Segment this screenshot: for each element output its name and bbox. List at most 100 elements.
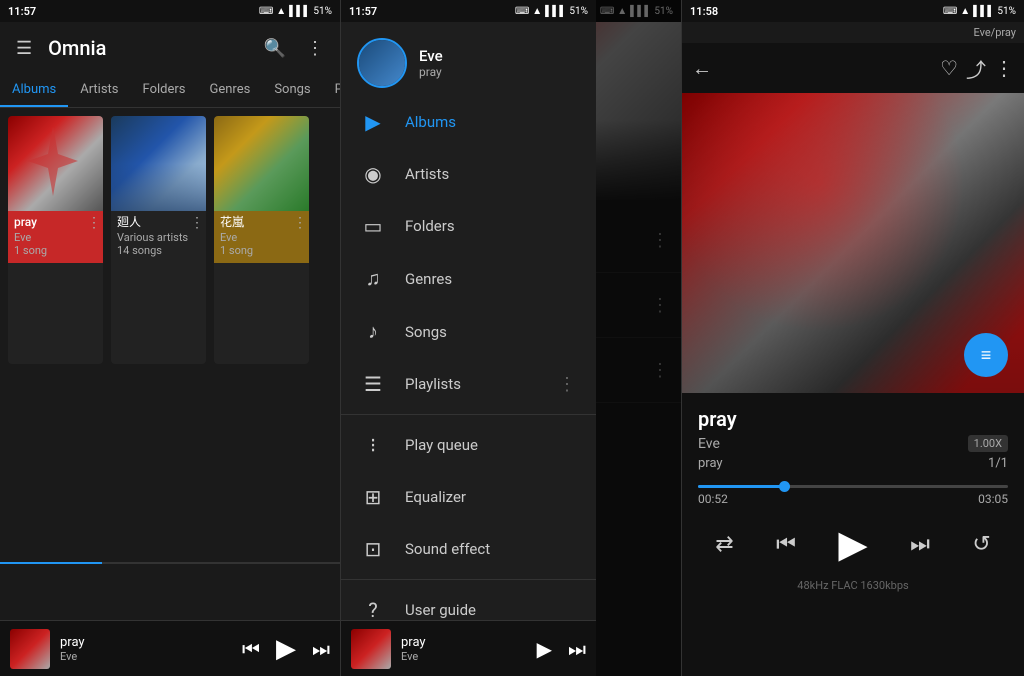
drawer-menu: ▶ Albums ◉ Artists ▭ Folders ♫ Genres ♪ …	[341, 96, 596, 620]
app-bar-1: ☰ Omnia 🔍 ⋮	[0, 22, 340, 74]
drawer-next-btn[interactable]: ⏭	[568, 637, 586, 661]
player-heart-btn[interactable]: ♡	[940, 56, 958, 80]
drawer-now-playing[interactable]: pray Eve ▶ ⏭	[341, 620, 596, 676]
drawer-wifi-icon: ▲	[532, 6, 542, 17]
drawer-title-group: Eve pray	[419, 47, 580, 79]
np-art	[10, 629, 50, 669]
album-more-pray[interactable]: ⋮	[87, 215, 101, 231]
status-icons-1: ⌨ ▲ ▌▌▌ 51%	[259, 6, 332, 17]
album-name-pray: pray	[14, 215, 97, 231]
tab-genres[interactable]: Genres	[197, 74, 262, 107]
album-songs-flower: 1 song	[220, 244, 303, 257]
player-meta-row: Eve 1.00X	[698, 435, 1008, 452]
tab-play[interactable]: Play...	[323, 74, 340, 107]
status-bar-1: 11:57 ⌨ ▲ ▌▌▌ 51%	[0, 0, 340, 22]
album-art-pray-bg	[8, 116, 103, 211]
album-art-flower	[214, 116, 309, 211]
next-btn-mini[interactable]: ⏭	[312, 637, 330, 661]
tabs-bar: Albums Artists Folders Genres Songs Play…	[0, 74, 340, 108]
player-back-btn[interactable]: ←	[692, 56, 712, 81]
drawer-item-guide[interactable]: ? User guide	[341, 584, 596, 620]
player-share-btn[interactable]: ⤴	[966, 54, 986, 83]
play-btn-mini[interactable]: ▶	[276, 634, 296, 664]
np-info: pray Eve	[60, 635, 232, 663]
sound-icon: ⊡	[361, 537, 385, 561]
drawer-play-btn[interactable]: ▶	[537, 637, 552, 661]
player-status-icons: ⌨ ▲ ▌▌▌ 51%	[943, 6, 1016, 17]
app-title: Omnia	[48, 36, 247, 60]
player-progress-bar[interactable]	[698, 485, 1008, 488]
drawer-np-art	[351, 629, 391, 669]
album-art-pray	[8, 116, 103, 211]
drawer-item-queue[interactable]: ⁝ Play queue	[341, 419, 596, 471]
player-codec-info: 48kHz FLAC 1630kbps	[682, 575, 1024, 602]
drawer-divider-2	[341, 579, 596, 580]
player-time-total: 03:05	[978, 492, 1008, 506]
player-bt-icon: ⌨	[943, 6, 957, 17]
albums-icon: ▶	[361, 110, 385, 134]
player-artist: Eve	[698, 436, 720, 452]
album-more-flower[interactable]: ⋮	[293, 215, 307, 231]
hamburger-icon[interactable]: ☰	[12, 34, 36, 63]
tab-artists[interactable]: Artists	[68, 74, 130, 107]
drawer-avatar-inner	[359, 40, 405, 86]
drawer-np-artist: Eve	[401, 650, 527, 663]
album-more-various[interactable]: ⋮	[190, 215, 204, 231]
drawer-signal-icon: ▌▌▌	[545, 6, 566, 17]
queue-icon: ⁝	[361, 433, 385, 457]
drawer-item-albums[interactable]: ▶ Albums	[341, 96, 596, 148]
player-more-btn[interactable]: ⋮	[994, 56, 1014, 80]
album-card-various[interactable]: 廻人 Various artists 14 songs ⋮	[111, 116, 206, 364]
player-time-row: 00:52 03:05	[698, 492, 1008, 506]
bluetooth-icon: ⌨	[259, 6, 273, 17]
drawer-album-sub: pray	[419, 65, 580, 79]
drawer-item-genres[interactable]: ♫ Genres	[341, 252, 596, 305]
player-status-bar: 11:58 ⌨ ▲ ▌▌▌ 51%	[682, 0, 1024, 22]
drawer-item-songs[interactable]: ♪ Songs	[341, 305, 596, 358]
album-artist-flower: Eve	[220, 231, 303, 244]
player-topbar: ← ♡ ⤴ ⋮	[682, 43, 1024, 93]
status-time-1: 11:57	[8, 5, 36, 18]
artists-icon: ◉	[361, 162, 385, 186]
drawer-item-sound[interactable]: ⊡ Sound effect	[341, 523, 596, 575]
prev-btn-mini[interactable]: ⏮	[242, 637, 260, 661]
player-next-btn[interactable]: ⏭	[910, 532, 930, 557]
drawer-songs-label: Songs	[405, 323, 447, 341]
player-track-row: pray 1/1	[698, 456, 1008, 471]
album-name-various: 廻人	[117, 215, 200, 231]
album-artist-pray: Eve	[14, 231, 97, 244]
player-queue-btn[interactable]: ≡	[964, 333, 1008, 377]
player-repeat-btn[interactable]: ↺	[972, 532, 990, 557]
signal-icon: ▌▌▌	[289, 6, 310, 17]
player-shuffle-btn[interactable]: ⇄	[715, 532, 733, 557]
np-title: pray	[60, 635, 232, 650]
drawer-status-bar: 11:57 ⌨ ▲ ▌▌▌ 51%	[341, 0, 596, 22]
songs-icon: ♪	[361, 319, 385, 344]
playlists-more-icon[interactable]: ⋮	[558, 374, 576, 395]
more-icon[interactable]: ⋮	[302, 34, 328, 63]
album-card-flower[interactable]: 花嵐 Eve 1 song ⋮	[214, 116, 309, 364]
drawer-queue-label: Play queue	[405, 436, 478, 454]
drawer-folders-label: Folders	[405, 217, 455, 235]
drawer-avatar	[357, 38, 407, 88]
eq-icon: ⊞	[361, 485, 385, 509]
drawer-item-artists[interactable]: ◉ Artists	[341, 148, 596, 200]
player-speed-badge[interactable]: 1.00X	[968, 435, 1008, 452]
player-panel: 11:58 ⌨ ▲ ▌▌▌ 51% Eve/pray ← ♡ ⤴ ⋮ ≡ pra…	[682, 0, 1024, 676]
player-play-btn[interactable]: ▶	[838, 522, 867, 567]
tab-folders[interactable]: Folders	[131, 74, 198, 107]
tab-songs[interactable]: Songs	[262, 74, 322, 107]
album-artist-various: Various artists	[117, 231, 200, 244]
genres-icon: ♫	[361, 266, 385, 291]
tab-albums[interactable]: Albums	[0, 74, 68, 107]
drawer-item-playlists[interactable]: ☰ Playlists ⋮	[341, 358, 596, 410]
search-icon[interactable]: 🔍	[260, 34, 290, 63]
drawer-item-folders[interactable]: ▭ Folders	[341, 200, 596, 252]
album-card-pray[interactable]: pray Eve 1 song ⋮	[8, 116, 103, 364]
player-status-time: 11:58	[690, 5, 718, 18]
drawer-item-eq[interactable]: ⊞ Equalizer	[341, 471, 596, 523]
drawer-guide-label: User guide	[405, 601, 476, 619]
player-prev-btn[interactable]: ⏮	[776, 532, 796, 557]
player-progress-container[interactable]: 00:52 03:05	[682, 477, 1024, 514]
now-playing-bar[interactable]: pray Eve ⏮ ▶ ⏭	[0, 620, 340, 676]
